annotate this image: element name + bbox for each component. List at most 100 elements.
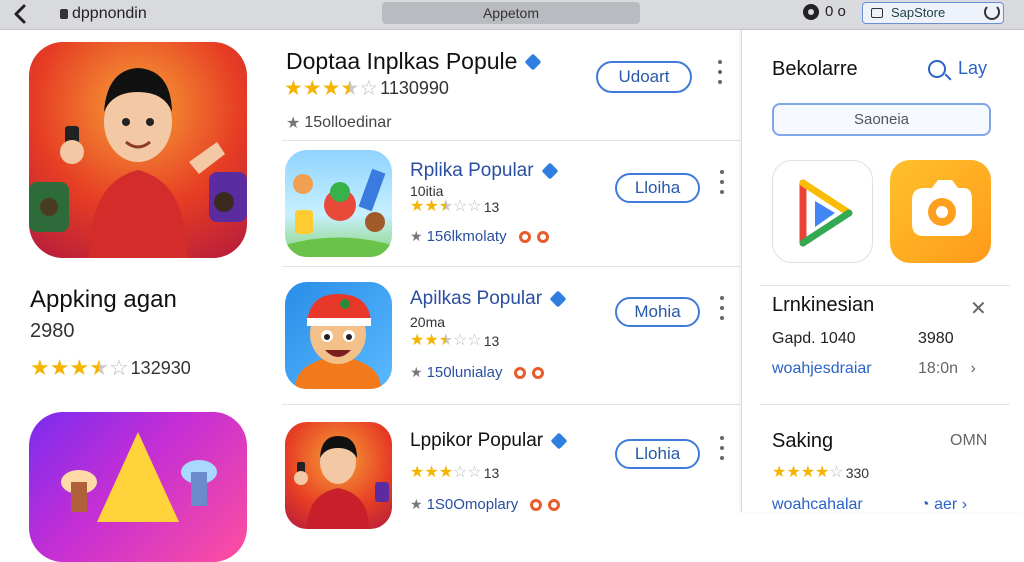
main-meta-text: 15olloedinar <box>304 114 392 131</box>
main-rating: ★ ★ ★ ★ ☆ 1130990 <box>284 78 449 99</box>
section-rating-count: 330 <box>845 465 870 481</box>
divider <box>760 285 1010 286</box>
section-time-text: 18:0n <box>918 360 959 377</box>
more-options-icon[interactable] <box>720 436 724 466</box>
section-link[interactable]: woahcahalar <box>772 496 863 514</box>
star-icon: ★ <box>302 77 322 100</box>
verified-icon <box>541 162 559 180</box>
row-rating-count: 13 <box>483 199 500 215</box>
star-half-icon: ★ <box>340 77 360 100</box>
play-app-tile[interactable] <box>772 160 873 263</box>
section-title: Lrnkinesian <box>772 294 875 316</box>
row-rating: ★ ★ ★ ☆ ☆ 13 <box>410 198 500 216</box>
row-app-name[interactable]: Apilkas Popular <box>410 288 567 310</box>
badge-dot-icon <box>518 230 531 243</box>
main-app-title[interactable]: Doptaa Inplkas Popule <box>286 48 542 75</box>
section-rating: ★ ★ ★ ★ ☆ 330 <box>772 464 870 482</box>
section-line: Gapd. 1040 <box>772 330 856 347</box>
star-icon: ★ <box>410 332 425 349</box>
star-icon: ★ <box>800 464 816 481</box>
star-icon: ★ <box>30 355 50 380</box>
main-meta: ★ 15olloedinar <box>286 113 392 133</box>
more-options-icon[interactable] <box>720 296 724 326</box>
app-title: dppnondin <box>60 5 147 23</box>
star-empty-icon: ☆ <box>829 464 844 481</box>
back-arrow-icon[interactable] <box>10 3 32 25</box>
refresh-icon[interactable] <box>984 4 1000 20</box>
row-app-icon[interactable] <box>285 282 392 389</box>
star-empty-icon: ☆ <box>453 464 468 481</box>
address-bar[interactable]: Appetom <box>382 2 640 24</box>
star-icon: ★ <box>772 464 787 481</box>
row-action-button[interactable]: Lloiha <box>615 173 700 203</box>
divider <box>282 266 740 267</box>
row-app-name-text: Apilkas Popular <box>410 288 543 309</box>
right-panel-search-link[interactable]: Lay <box>928 58 987 79</box>
star-icon: ★ <box>424 198 439 215</box>
section-link[interactable]: woahjesdraiar <box>772 360 872 378</box>
row-app-name-text: Rplika Popular <box>410 160 534 181</box>
grey-star-icon: ★ <box>286 115 301 132</box>
row-action-button[interactable]: Mohia <box>615 297 700 327</box>
divider <box>282 404 740 405</box>
star-icon: ★ <box>49 355 70 380</box>
star-icon: ★ <box>410 198 425 215</box>
main-rating-count: 1130990 <box>380 78 449 98</box>
app-title-text: dppnondin <box>72 5 147 22</box>
featured-rating: ★ ★ ★ ★ ☆ 132930 <box>30 357 191 379</box>
section-time: 18:0n › <box>918 360 976 378</box>
star-icon: ★ <box>438 464 454 481</box>
section-tail[interactable]: ◔ aer › <box>920 496 967 514</box>
row-rating: ★ ★ ★ ☆ ☆ 13 <box>410 332 500 350</box>
star-empty-icon: ☆ <box>108 355 129 380</box>
featured-app-icon[interactable] <box>29 42 247 258</box>
star-empty-icon: ☆ <box>467 464 482 481</box>
search-input[interactable]: Saoneia <box>772 103 991 136</box>
row-app-icon[interactable] <box>285 422 392 529</box>
row-app-name[interactable]: Rplika Popular <box>410 160 559 182</box>
row-meta: ★ 156lkmolaty <box>410 228 549 245</box>
row-meta: ★ 1S0Omoplary <box>410 496 561 513</box>
badge-dot-icon <box>532 366 545 379</box>
section-title: Saking <box>772 430 834 452</box>
camera-app-tile[interactable] <box>890 160 991 263</box>
badge-dot-icon <box>530 498 543 511</box>
more-options-icon[interactable] <box>720 170 724 200</box>
row-app-subtitle: 10itia <box>410 183 444 199</box>
chevron-right-icon[interactable]: › <box>971 360 976 377</box>
status-area: 0 o <box>803 3 846 20</box>
status-text: 0 o <box>825 3 846 20</box>
search-icon <box>928 59 946 78</box>
store-button[interactable]: SapStore <box>862 2 1004 24</box>
row-app-icon[interactable] <box>285 150 392 257</box>
record-icon <box>803 3 819 20</box>
row-meta: ★ 150lunialay <box>410 364 545 381</box>
featured-app-name[interactable]: Appking agan <box>30 286 177 314</box>
grey-star-icon: ★ <box>410 364 423 380</box>
more-options-icon[interactable] <box>718 60 722 90</box>
badge-dot-icon <box>514 366 527 379</box>
featured-app-icon-2[interactable] <box>29 412 247 562</box>
row-rating-count: 13 <box>483 333 500 349</box>
badge-dot-icon <box>548 498 561 511</box>
close-icon[interactable]: ✕ <box>970 296 987 321</box>
clock-icon: ◔ <box>920 496 930 513</box>
row-app-name[interactable]: Lppikor Popular <box>410 430 568 452</box>
row-meta-text: 1S0Omoplary <box>426 496 519 513</box>
main-action-button[interactable]: Udoart <box>596 61 692 93</box>
star-icon: ★ <box>69 355 90 380</box>
star-icon: ★ <box>424 332 439 349</box>
store-label: SapStore <box>891 5 946 20</box>
divider <box>760 404 1010 405</box>
star-half-icon: ★ <box>438 332 454 349</box>
main-app-title-text: Doptaa Inplkas Popule <box>286 48 518 74</box>
star-empty-icon: ☆ <box>359 77 379 100</box>
star-empty-icon: ☆ <box>453 198 468 215</box>
star-icon: ★ <box>410 464 425 481</box>
row-action-button[interactable]: Llohia <box>615 439 700 469</box>
store-bag-icon <box>871 8 883 18</box>
grey-star-icon: ★ <box>410 228 423 244</box>
featured-rating-count: 132930 <box>130 357 191 378</box>
right-panel-title: Bekolarre <box>772 58 858 80</box>
chevron-right-icon: › <box>961 496 968 513</box>
